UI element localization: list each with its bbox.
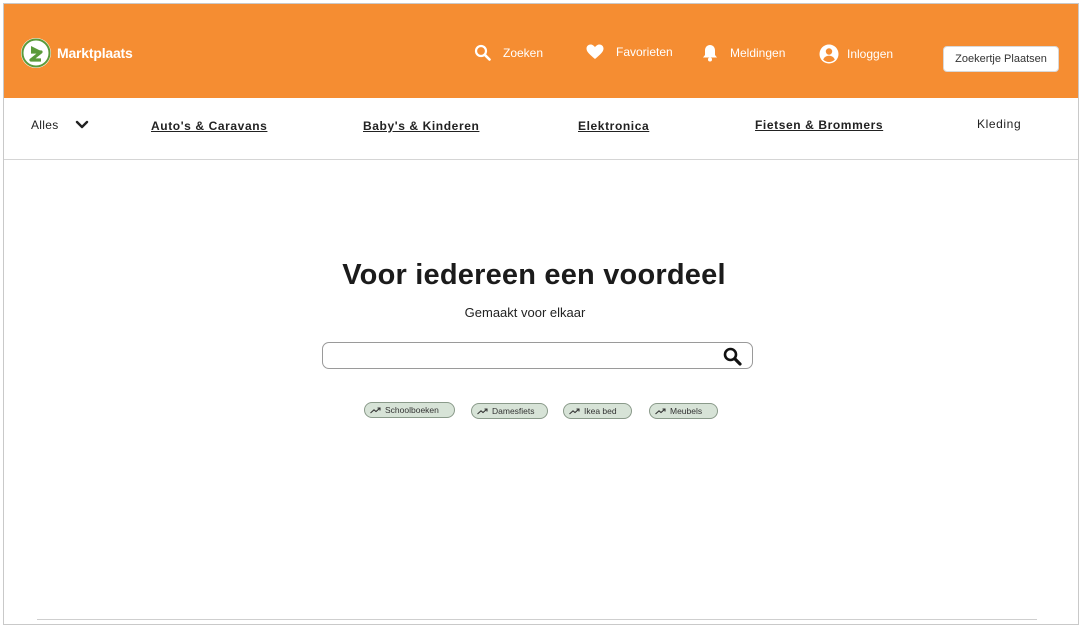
category-autos-caravans[interactable]: Auto's & Caravans [151,119,267,133]
nav-favorieten[interactable]: Favorieten [586,44,673,60]
nav-meldingen-label: Meldingen [730,46,786,60]
place-ad-button[interactable]: Zoekertje Plaatsen [943,46,1059,72]
trending-up-icon [477,407,488,415]
trending-chip-label: Damesfiets [492,406,535,416]
category-elektronica[interactable]: Elektronica [578,119,649,133]
category-babys-kinderen[interactable]: Baby's & Kinderen [363,119,479,133]
heart-icon [586,44,604,60]
nav-zoeken-label: Zoeken [503,45,544,60]
trending-chip-ikea-bed[interactable]: Ikea bed [563,403,632,419]
bell-icon [702,44,718,62]
nav-zoeken[interactable]: Zoeken [474,44,543,61]
brand-name: Marktplaats [57,45,133,61]
trending-up-icon [370,406,381,414]
nav-favorieten-label: Favorieten [616,45,673,59]
top-header: Marktplaats Zoeken Favorieten Meldingen … [4,4,1078,98]
nav-meldingen[interactable]: Meldingen [702,44,785,62]
trending-chip-label: Ikea bed [584,406,617,416]
category-fietsen-brommers[interactable]: Fietsen & Brommers [755,118,883,132]
category-kleding[interactable]: Kleding [977,117,1021,131]
user-icon [819,44,839,64]
trending-chip-schoolboeken[interactable]: Schoolboeken [364,402,455,418]
divider [37,619,1037,620]
trending-chip-meubels[interactable]: Meubels [649,403,718,419]
hero-subtitle: Gemaakt voor elkaar [464,305,586,320]
trending-up-icon [655,407,666,415]
search-box [322,342,753,369]
page-frame: Marktplaats Zoeken Favorieten Meldingen … [3,3,1079,625]
category-all-label: Alles [31,118,59,132]
trending-chip-label: Meubels [670,406,703,416]
search-submit-icon[interactable] [723,347,742,371]
nav-inloggen[interactable]: Inloggen [819,44,893,64]
brand-logo[interactable]: Marktplaats [21,38,133,68]
trending-up-icon [569,407,580,415]
nav-inloggen-label: Inloggen [847,47,894,61]
category-bar: Alles Auto's & Caravans Baby's & Kindere… [4,98,1078,160]
trending-chip-damesfiets[interactable]: Damesfiets [471,403,548,419]
search-input[interactable] [331,346,711,366]
marktplaats-logo-icon [21,38,51,68]
trending-chip-label: Schoolboeken [385,405,439,415]
chevron-down-icon [75,120,89,130]
search-icon [474,44,491,61]
hero-title: Voor iedereen een voordeel [342,259,726,291]
category-all-dropdown[interactable]: Alles [31,118,89,132]
